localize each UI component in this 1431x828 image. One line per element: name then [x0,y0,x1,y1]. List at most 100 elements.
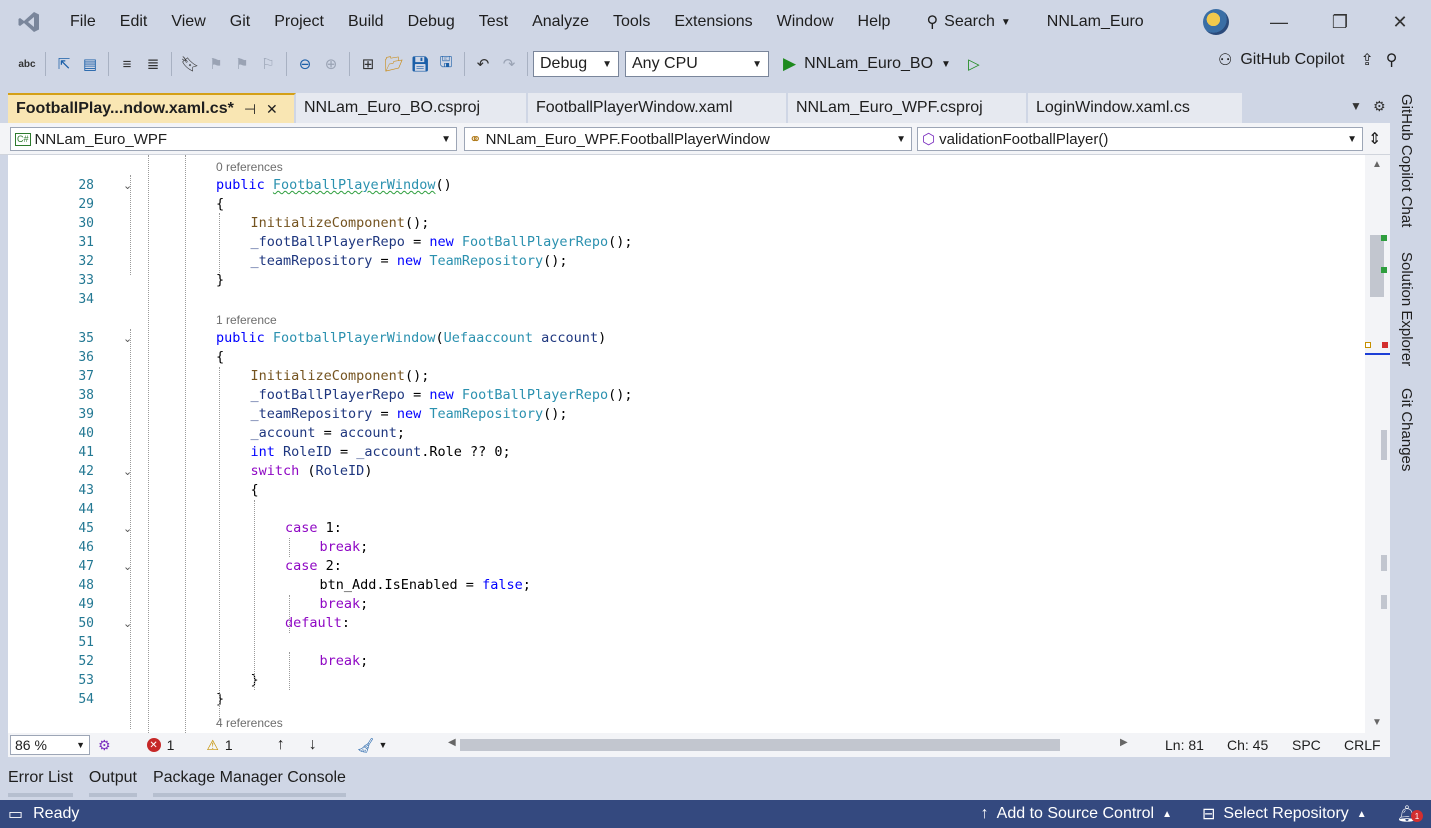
save-all-icon[interactable]: 🖫 [433,51,459,77]
code-line[interactable]: 53} [8,671,1365,690]
zoom-dropdown[interactable]: 86 % ▼ [10,735,90,755]
code-line[interactable]: 45 ⌄ case 1: [8,519,1365,538]
document-outline-icon[interactable]: ▤ [77,51,103,77]
prev-bookmark-icon[interactable]: ⚑ [203,51,229,77]
new-project-icon[interactable]: ⊞ [355,51,381,77]
scroll-down-icon[interactable]: ▼ [1372,717,1382,728]
tab-loginwindow-xaml-cs[interactable]: LoginWindow.xaml.cs [1028,93,1244,123]
side-tab-github-copilot-chat[interactable]: GitHub Copilot Chat [1398,94,1415,227]
scroll-left-icon[interactable]: ◀ [448,737,456,748]
configuration-dropdown[interactable]: Debug ▼ [533,51,619,77]
member-dropdown[interactable]: ⬡ validationFootballPlayer() ▼ [917,127,1363,151]
menu-file[interactable]: File [58,6,108,38]
notifications-button[interactable]: 🔔︎ 1 [1397,804,1423,824]
tab-footballplay-ndow-xaml-cs[interactable]: FootballPlay...ndow.xaml.cs* ⊣ ✕ [8,93,296,123]
tab-footballplayerwindow-xaml[interactable]: FootballPlayerWindow.xaml [528,93,788,123]
pin-icon[interactable]: ⊣ [244,94,256,124]
tab-overflow-icon[interactable]: ▼ [1350,99,1362,113]
vertical-scrollbar-thumb[interactable] [1370,235,1384,297]
code-line[interactable]: 29 { [8,195,1365,214]
code-line[interactable]: 37 InitializeComponent(); [8,367,1365,386]
code-line[interactable]: 31 _footBallPlayerRepo = new FootBallPlay… [8,233,1365,252]
column-indicator[interactable]: Ch: 45 [1227,737,1268,753]
clear-bookmarks-icon[interactable]: ⚐ [255,51,281,77]
code-line[interactable]: 43 { [8,481,1365,500]
code-line[interactable]: 28 ⌄ public FootballPlayerWindow() [8,176,1365,195]
side-tab-solution-explorer[interactable]: Solution Explorer [1398,252,1415,366]
arrow-down-icon[interactable]: ↓ [309,736,317,754]
code-line[interactable]: 40 _account = account; [8,424,1365,443]
code-cleanup-icon[interactable]: 🧹︎ [357,737,375,754]
horizontal-scrollbar[interactable]: ◀ ▶ [448,737,1138,751]
code-line[interactable]: 51 [8,633,1365,652]
uncomment-lines-icon[interactable]: ≣ [140,51,166,77]
menu-view[interactable]: View [159,6,217,38]
menu-tools[interactable]: Tools [601,6,662,38]
error-count[interactable]: ✕ 1 [146,737,174,753]
chevron-down-icon[interactable]: ▼ [379,740,388,750]
spacing-indicator[interactable]: SPC [1292,737,1321,753]
code-line[interactable]: 52 break; [8,652,1365,671]
code-line[interactable]: 48 btn_Add.IsEnabled = false; [8,576,1365,595]
menu-git[interactable]: Git [218,6,262,38]
minimize-button[interactable]: — [1264,8,1294,36]
spell-check-icon[interactable]: abc [14,51,40,77]
menu-analyze[interactable]: Analyze [520,6,601,38]
tab-error-list[interactable]: Error List [0,765,81,797]
menu-extensions[interactable]: Extensions [662,6,764,38]
share-icon[interactable]: ⇪ [1360,50,1373,70]
code-line[interactable]: 32 _teamRepository = new TeamRepository()… [8,252,1365,271]
code-line[interactable]: 50 ⌄ default: [8,614,1365,633]
navigate-back-icon[interactable]: ⊖ [292,51,318,77]
menu-project[interactable]: Project [262,6,336,38]
project-dropdown[interactable]: C# NNLam_Euro_WPF ▼ [10,127,457,151]
navigate-forward-icon[interactable]: ⊕ [318,51,344,77]
start-without-debugging-icon[interactable]: ▷ [961,51,987,77]
menu-edit[interactable]: Edit [108,6,160,38]
tab-nnlam-euro-wpf-csproj[interactable]: NNLam_Euro_WPF.csproj [788,93,1028,123]
select-icon[interactable]: ⇱ [51,51,77,77]
code-line[interactable]: 46 break; [8,538,1365,557]
undo-icon[interactable]: ↶ [470,51,496,77]
line-ending-indicator[interactable]: CRLF [1344,737,1381,753]
codelens-references[interactable]: 4 references [216,715,283,731]
split-editor-icon[interactable]: ⇕ [1368,129,1381,149]
code-line[interactable]: 35 ⌄ public FootballPlayerWindow(Uefaaccou… [8,329,1365,348]
code-line[interactable]: 44 [8,500,1365,519]
close-icon[interactable]: ✕ [266,94,278,124]
close-window-button[interactable]: ✕ [1385,8,1415,36]
add-to-source-control-button[interactable]: ↑ Add to Source Control ▲ [981,805,1172,823]
vertical-scrollbar[interactable]: ▲ ▼ [1365,155,1390,733]
start-debugging-button[interactable]: ▶ NNLam_Euro_BO ▼ [783,54,951,74]
code-line[interactable]: 36 { [8,348,1365,367]
redo-icon[interactable]: ↷ [496,51,522,77]
comment-lines-icon[interactable]: ≡ [114,51,140,77]
github-copilot-button[interactable]: ⚇ GitHub Copilot ⇪ ⚲ [1218,50,1398,70]
code-line[interactable]: 54} [8,690,1365,709]
code-line[interactable]: 42 ⌄ switch (RoleID) [8,462,1365,481]
code-line[interactable]: 34 [8,290,1365,309]
code-line[interactable]: 30 InitializeComponent(); [8,214,1365,233]
menu-test[interactable]: Test [467,6,520,38]
side-tab-git-changes[interactable]: Git Changes [1398,388,1415,471]
code-line[interactable]: 41 int RoleID = _account.Role ?? 0; [8,443,1365,462]
tab-package-manager-console[interactable]: Package Manager Console [145,765,354,797]
code-line[interactable]: 38 _footBallPlayerRepo = new FootBallPlay… [8,386,1365,405]
code-line[interactable]: 33} [8,271,1365,290]
gear-icon[interactable]: ⚙ [1373,98,1386,115]
code-line[interactable]: 49 break; [8,595,1365,614]
feedback-icon[interactable]: ⚲ [1386,50,1398,70]
platform-dropdown[interactable]: Any CPU ▼ [625,51,769,77]
scroll-right-icon[interactable]: ▶ [1120,737,1128,748]
warning-count[interactable]: ⚠ 1 [206,737,232,754]
type-dropdown[interactable]: ⚭ NNLam_Euro_WPF.FootballPlayerWindow ▼ [464,127,912,151]
tab-output[interactable]: Output [81,765,145,797]
menu-build[interactable]: Build [336,6,396,38]
codelens-references[interactable]: 0 references [216,159,283,175]
avatar[interactable] [1203,9,1229,35]
line-indicator[interactable]: Ln: 81 [1165,737,1204,753]
tab-nnlam-euro-bo-csproj[interactable]: NNLam_Euro_BO.csproj [296,93,528,123]
bookmark-icon[interactable]: 🔖︎ [177,51,203,77]
save-icon[interactable]: 💾︎ [407,51,433,77]
codelens-references[interactable]: 1 reference [216,312,277,328]
